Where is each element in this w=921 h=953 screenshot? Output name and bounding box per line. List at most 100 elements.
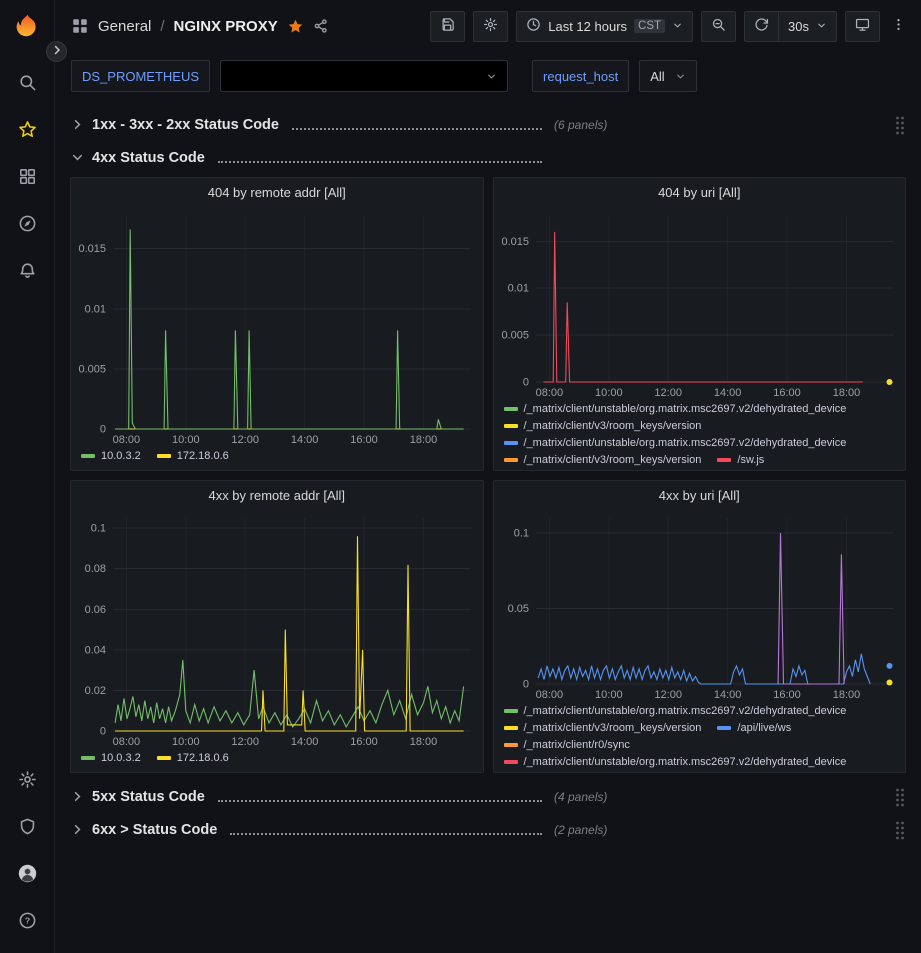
refresh-interval-picker[interactable]: 30s bbox=[778, 11, 837, 42]
row-drag-handle[interactable] bbox=[894, 819, 906, 841]
series-color-marker bbox=[504, 441, 518, 445]
legend-label: /_matrix/client/v3/room_keys/version bbox=[524, 419, 702, 433]
sidebar-item-search[interactable] bbox=[0, 60, 55, 107]
legend-label: /_matrix/client/unstable/org.matrix.msc2… bbox=[524, 402, 847, 416]
sidebar-item-explore[interactable] bbox=[0, 201, 55, 248]
breadcrumb-section[interactable]: General bbox=[98, 18, 151, 35]
panel-title: 404 by remote addr [All] bbox=[208, 185, 346, 200]
row-dotted-leader bbox=[218, 161, 542, 163]
svg-text:08:00: 08:00 bbox=[535, 689, 563, 701]
chevron-down-icon bbox=[70, 150, 85, 165]
legend-item[interactable]: /api/live/ws bbox=[717, 721, 791, 735]
svg-text:12:00: 12:00 bbox=[231, 434, 259, 446]
tv-mode-button[interactable] bbox=[845, 11, 880, 42]
legend-item[interactable]: /_matrix/client/unstable/org.matrix.msc2… bbox=[504, 436, 847, 450]
panel-header[interactable]: 404 by remote addr [All] bbox=[71, 178, 483, 207]
legend-item[interactable]: 172.18.0.6 bbox=[157, 751, 229, 765]
series-color-marker bbox=[717, 458, 731, 462]
row-dotted-leader bbox=[230, 833, 542, 835]
row-drag-handle[interactable] bbox=[894, 786, 906, 808]
series-color-marker bbox=[504, 726, 518, 730]
gear-icon bbox=[483, 17, 498, 35]
share-icon[interactable] bbox=[313, 18, 329, 34]
svg-text:16:00: 16:00 bbox=[350, 736, 378, 748]
zoom-out-icon bbox=[711, 17, 726, 35]
save-dashboard-button[interactable] bbox=[430, 11, 465, 42]
legend-item[interactable]: /_matrix/client/unstable/org.matrix.msc2… bbox=[504, 755, 847, 769]
grafana-logo[interactable] bbox=[11, 12, 43, 44]
panel-header[interactable]: 404 by uri [All] bbox=[494, 178, 906, 207]
svg-text:0.02: 0.02 bbox=[85, 685, 106, 697]
legend-item[interactable]: /_matrix/client/v3/room_keys/version bbox=[504, 721, 702, 735]
dashboard-title: NGINX PROXY bbox=[174, 18, 278, 35]
svg-text:0.1: 0.1 bbox=[513, 528, 528, 540]
series-color-marker bbox=[81, 756, 95, 760]
search-icon bbox=[18, 73, 37, 95]
sidebar-expand-button[interactable] bbox=[46, 41, 67, 62]
time-series-plot[interactable]: 00.050.108:0010:0012:0014:0016:0018:00 bbox=[494, 510, 906, 702]
legend-item[interactable]: /_matrix/client/unstable/org.matrix.msc2… bbox=[504, 402, 847, 416]
row-dotted-leader bbox=[292, 128, 542, 130]
time-series-plot[interactable]: 00.0050.010.01508:0010:0012:0014:0016:00… bbox=[71, 207, 483, 447]
variable-ds-prometheus-select[interactable] bbox=[220, 60, 508, 92]
svg-text:18:00: 18:00 bbox=[832, 387, 860, 399]
panel-legend: 10.0.3.2 172.18.0.6 bbox=[71, 447, 483, 470]
panel-legend: 10.0.3.2 172.18.0.6 bbox=[71, 749, 483, 772]
series-color-marker bbox=[504, 458, 518, 462]
svg-text:10:00: 10:00 bbox=[172, 434, 200, 446]
sidebar-item-configuration[interactable] bbox=[0, 757, 55, 804]
row-toggle[interactable]: 4xx Status Code bbox=[70, 150, 542, 166]
panels-grid: 404 by remote addr [All] 00.0050.010.015… bbox=[70, 177, 906, 773]
legend-item[interactable]: /sw.js bbox=[717, 453, 764, 467]
sidebar-item-dashboards[interactable] bbox=[0, 154, 55, 201]
row-toggle[interactable]: 1xx - 3xx - 2xx Status Code bbox=[70, 117, 542, 133]
svg-text:18:00: 18:00 bbox=[410, 434, 438, 446]
row-toggle[interactable]: 6xx > Status Code bbox=[70, 822, 542, 838]
sidebar-item-help[interactable]: ? bbox=[0, 898, 55, 945]
legend-item[interactable]: /_matrix/client/r0/sync bbox=[504, 738, 630, 752]
row-title: 6xx > Status Code bbox=[92, 822, 217, 838]
svg-text:12:00: 12:00 bbox=[654, 689, 682, 701]
time-range-picker[interactable]: Last 12 hours CST bbox=[516, 11, 693, 42]
more-options-button[interactable] bbox=[888, 11, 909, 42]
time-series-plot[interactable]: 00.020.040.060.080.108:0010:0012:0014:00… bbox=[71, 510, 483, 749]
sidebar-item-alerting[interactable] bbox=[0, 248, 55, 295]
legend-label: /_matrix/client/unstable/org.matrix.msc2… bbox=[524, 755, 847, 769]
grafana-app: ? General / NGINX PROXY bbox=[0, 0, 921, 953]
favorite-star-icon[interactable] bbox=[287, 18, 304, 35]
row-title: 5xx Status Code bbox=[92, 789, 205, 805]
series-color-marker bbox=[504, 743, 518, 747]
legend-item[interactable]: /_matrix/client/v3/room_keys/version bbox=[504, 453, 702, 467]
star-icon bbox=[18, 120, 37, 142]
legend-item[interactable]: /_matrix/client/unstable/org.matrix.msc2… bbox=[504, 704, 847, 718]
panel-title: 4xx by remote addr [All] bbox=[208, 488, 345, 503]
sidebar: ? bbox=[0, 0, 55, 953]
row-title: 1xx - 3xx - 2xx Status Code bbox=[92, 117, 279, 133]
variable-request-host-select[interactable]: All bbox=[639, 60, 696, 92]
variable-request-host-label: request_host bbox=[532, 60, 629, 92]
panel-header[interactable]: 4xx by uri [All] bbox=[494, 481, 906, 510]
legend-item[interactable]: /_matrix/client/v3/room_keys/version bbox=[504, 419, 702, 433]
legend-label: /_matrix/client/v3/room_keys/version bbox=[524, 721, 702, 735]
svg-text:0.005: 0.005 bbox=[78, 363, 106, 375]
refresh-button[interactable] bbox=[744, 11, 778, 42]
sidebar-item-profile[interactable] bbox=[0, 851, 55, 898]
legend-item[interactable]: 10.0.3.2 bbox=[81, 449, 141, 463]
sidebar-item-server-admin[interactable] bbox=[0, 804, 55, 851]
dashboard-settings-button[interactable] bbox=[473, 11, 508, 42]
row-drag-handle[interactable] bbox=[894, 114, 906, 136]
row-dotted-leader bbox=[218, 800, 542, 802]
legend-item[interactable]: 172.18.0.6 bbox=[157, 449, 229, 463]
sidebar-item-starred[interactable] bbox=[0, 107, 55, 154]
panel-header[interactable]: 4xx by remote addr [All] bbox=[71, 481, 483, 510]
legend-item[interactable]: 10.0.3.2 bbox=[81, 751, 141, 765]
row-toggle[interactable]: 5xx Status Code bbox=[70, 789, 542, 805]
svg-text:0.005: 0.005 bbox=[501, 330, 529, 342]
avatar bbox=[18, 864, 37, 886]
time-series-plot[interactable]: 00.0050.010.01508:0010:0012:0014:0016:00… bbox=[494, 207, 906, 400]
panel-404-by-remote-addr: 404 by remote addr [All] 00.0050.010.015… bbox=[70, 177, 484, 471]
zoom-out-time-button[interactable] bbox=[701, 11, 736, 42]
svg-text:10:00: 10:00 bbox=[595, 387, 623, 399]
variables-bar: DS_PROMETHEUS request_host All bbox=[55, 52, 921, 104]
svg-text:08:00: 08:00 bbox=[113, 434, 141, 446]
